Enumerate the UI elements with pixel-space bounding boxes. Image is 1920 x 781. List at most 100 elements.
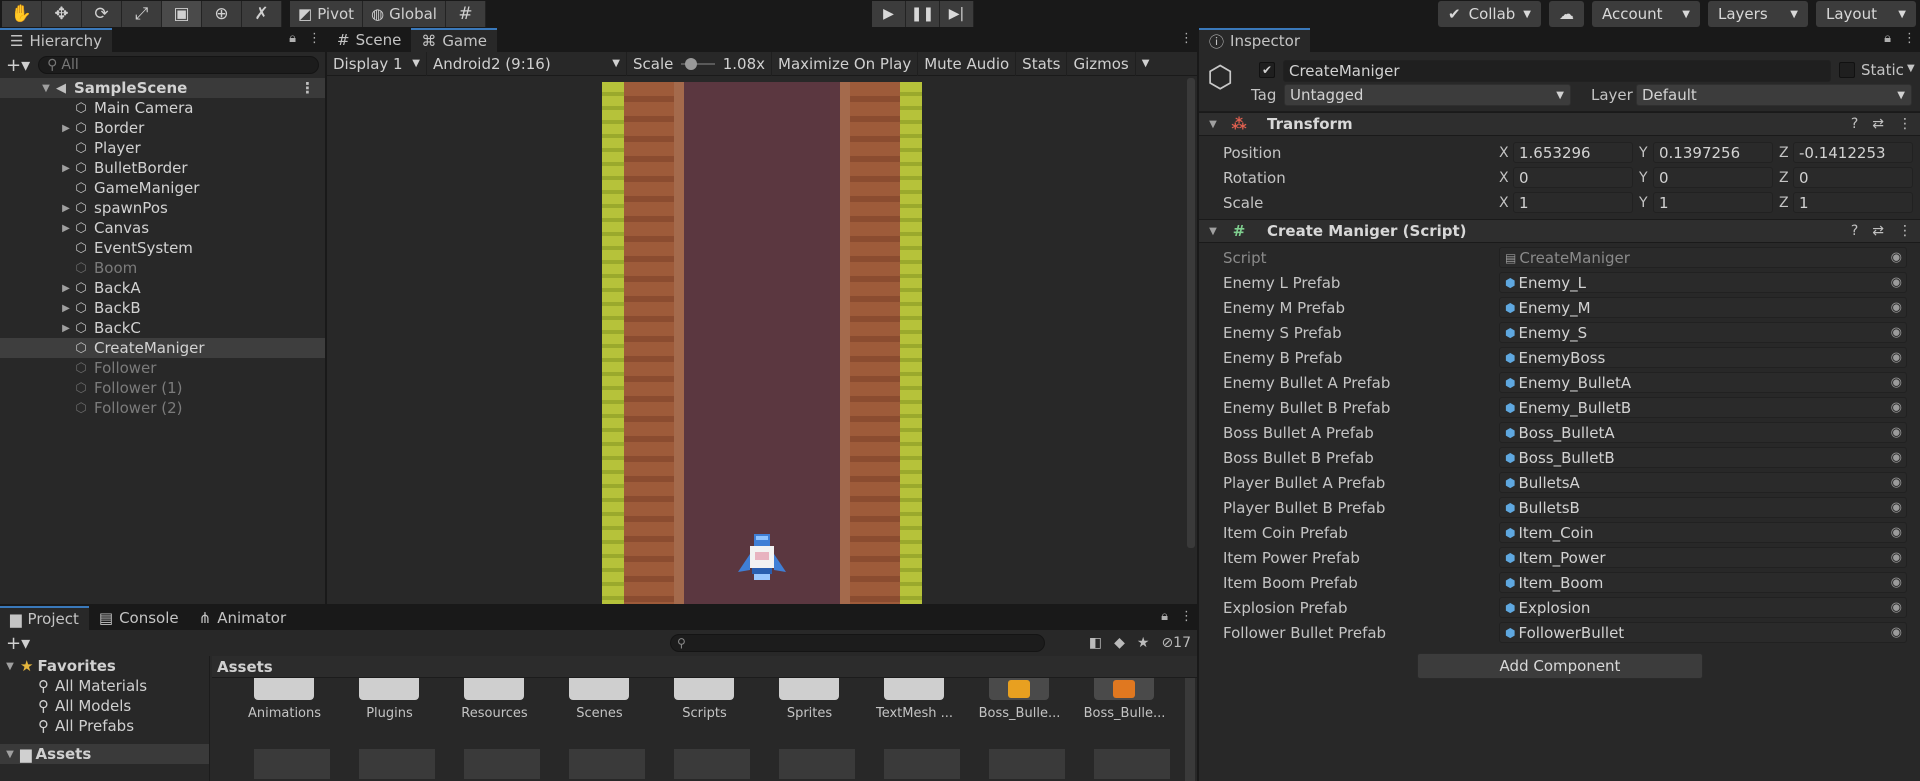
kebab-icon[interactable]: ⋮ <box>300 79 315 97</box>
fold-closed-icon[interactable]: ▶ <box>60 283 72 294</box>
add-button[interactable]: +▾ <box>6 633 30 654</box>
hierarchy-item[interactable]: ▶ ⬡ BackB <box>0 298 325 318</box>
game-scrollbar[interactable] <box>1187 78 1195 548</box>
prefab-object-field[interactable]: ⬢ Enemy_M ◉ <box>1499 297 1907 318</box>
layer-dropdown[interactable]: Default ▼ <box>1636 84 1912 106</box>
gameobject-cube-icon[interactable]: ⬡ <box>1207 60 1233 95</box>
object-name-field[interactable]: CreateManiger <box>1283 60 1831 82</box>
pause-icon[interactable]: ❚❚ <box>906 1 940 27</box>
object-picker-icon[interactable]: ◉ <box>1891 575 1902 590</box>
asset-tile[interactable] <box>862 749 967 779</box>
kebab-icon[interactable]: ⋮ <box>1898 223 1912 239</box>
object-picker-icon[interactable]: ◉ <box>1891 475 1902 490</box>
favorite-item[interactable]: ⚲ All Models <box>0 696 209 716</box>
hand-icon[interactable]: ✋ <box>2 1 42 27</box>
hierarchy-item[interactable]: ⬡ Player <box>0 138 325 158</box>
prefab-object-field[interactable]: ⬢ Explosion ◉ <box>1499 597 1907 618</box>
hierarchy-item[interactable]: ▶ ⬡ Canvas <box>0 218 325 238</box>
custom-tool-icon[interactable]: ✗ <box>242 1 282 27</box>
fold-closed-icon[interactable]: ▶ <box>60 303 72 314</box>
fold-closed-icon[interactable]: ▶ <box>60 163 72 174</box>
tab-project[interactable]: ▆ Project <box>0 606 89 630</box>
kebab-icon[interactable]: ⋮ <box>1180 609 1193 624</box>
fold-open-icon[interactable]: ▼ <box>1205 226 1221 237</box>
fold-open-icon[interactable]: ▼ <box>4 749 16 760</box>
transform-header[interactable]: ▼ ⁂ Transform ? ⇄ ⋮ <box>1199 112 1920 136</box>
folder-tile[interactable]: Scenes <box>547 678 652 738</box>
static-checkbox[interactable] <box>1839 62 1855 78</box>
scale-icon[interactable]: ⤢ <box>122 1 162 27</box>
object-picker-icon[interactable]: ◉ <box>1891 600 1902 615</box>
kebab-icon[interactable]: ⋮ <box>1898 116 1912 132</box>
prefab-object-field[interactable]: ⬢ Item_Boom ◉ <box>1499 572 1907 593</box>
tab-animator[interactable]: ⋔ Animator <box>189 606 297 630</box>
object-picker-icon[interactable]: ◉ <box>1891 450 1902 465</box>
layers-dropdown[interactable]: Layers ▼ <box>1708 1 1808 27</box>
tab-inspector[interactable]: ⓘ Inspector <box>1199 28 1310 52</box>
object-picker-icon[interactable]: ◉ <box>1891 550 1902 565</box>
rotation-y-field[interactable]: 0 <box>1653 167 1773 188</box>
fold-closed-icon[interactable]: ▶ <box>60 123 72 134</box>
object-picker-icon[interactable]: ◉ <box>1891 275 1902 290</box>
scale-slider[interactable] <box>681 57 715 70</box>
favorites-header[interactable]: ▼ ★ Favorites <box>0 656 209 676</box>
maximize-on-play-toggle[interactable]: Maximize On Play <box>772 51 919 76</box>
object-picker-icon[interactable]: ◉ <box>1891 625 1902 640</box>
hierarchy-item[interactable]: ▶ ⬡ Border <box>0 118 325 138</box>
hierarchy-search-input[interactable]: ⚲ All <box>38 56 319 74</box>
asset-tile[interactable] <box>1072 749 1177 779</box>
hierarchy-item[interactable]: ⬡ EventSystem <box>0 238 325 258</box>
rect-icon[interactable]: ▣ <box>162 1 202 27</box>
active-checkbox[interactable]: ✔ <box>1259 62 1275 78</box>
position-x-field[interactable]: 1.653296 <box>1513 142 1633 163</box>
prefab-object-field[interactable]: ⬢ Item_Coin ◉ <box>1499 522 1907 543</box>
kebab-icon[interactable]: ⋮ <box>1903 31 1916 46</box>
scale-y-field[interactable]: 1 <box>1653 192 1773 213</box>
object-picker-icon[interactable]: ◉ <box>1891 350 1902 365</box>
sprite-tile[interactable]: Boss_Bulle... <box>967 678 1072 738</box>
prefab-object-field[interactable]: ⬢ FollowerBullet ◉ <box>1499 622 1907 643</box>
kebab-icon[interactable]: ⋮ <box>308 31 321 46</box>
star-icon[interactable]: ★ <box>1137 635 1150 651</box>
lock-icon[interactable]: 🔒︎ <box>1161 609 1168 624</box>
favorite-item[interactable]: ⚲ All Prefabs <box>0 716 209 736</box>
cloud-button[interactable]: ☁ <box>1549 1 1584 27</box>
resolution-dropdown[interactable]: Android2 (9:16) ▼ <box>427 51 627 76</box>
sprite-tile[interactable]: Boss_Bulle... <box>1072 678 1177 738</box>
help-icon[interactable]: ? <box>1851 223 1858 239</box>
tab-scene[interactable]: # Scene <box>327 28 411 52</box>
asset-tile[interactable] <box>337 749 442 779</box>
object-picker-icon[interactable]: ◉ <box>1891 400 1902 415</box>
folder-tile[interactable]: Plugins <box>337 678 442 738</box>
hierarchy-item[interactable]: ⬡ Boom <box>0 258 325 278</box>
hierarchy-item[interactable]: ⬡ CreateManiger <box>0 338 325 358</box>
hierarchy-item[interactable]: ⬡ GameManiger <box>0 178 325 198</box>
fold-open-icon[interactable]: ▼ <box>1205 119 1221 130</box>
prefab-object-field[interactable]: ⬢ BulletsA ◉ <box>1499 472 1907 493</box>
pivot-button[interactable]: ◩ Pivot <box>290 1 364 27</box>
label-tag-icon[interactable]: ◆ <box>1114 635 1125 651</box>
prefab-object-field[interactable]: ⬢ Enemy_BulletB ◉ <box>1499 397 1907 418</box>
gizmos-toggle[interactable]: Gizmos <box>1067 51 1136 76</box>
hierarchy-item[interactable]: ⬡ Follower (2) <box>0 398 325 418</box>
fold-closed-icon[interactable]: ▶ <box>60 323 72 334</box>
static-dropdown-arrow-icon[interactable]: ▼ <box>1907 63 1915 74</box>
stats-toggle[interactable]: Stats <box>1016 51 1068 76</box>
asset-tile[interactable] <box>232 749 337 779</box>
object-picker-icon[interactable]: ◉ <box>1891 325 1902 340</box>
fold-closed-icon[interactable]: ▶ <box>60 223 72 234</box>
hierarchy-item[interactable]: ▶ ⬡ BulletBorder <box>0 158 325 178</box>
scale-x-field[interactable]: 1 <box>1513 192 1633 213</box>
lock-icon[interactable]: 🔒︎ <box>289 31 296 46</box>
tab-hierarchy[interactable]: ☰ Hierarchy <box>0 28 112 52</box>
scale-z-field[interactable]: 1 <box>1793 192 1913 213</box>
asset-tile[interactable] <box>442 749 547 779</box>
fold-closed-icon[interactable]: ▶ <box>60 203 72 214</box>
tab-game[interactable]: ⌘ Game <box>411 28 497 52</box>
hierarchy-item[interactable]: ⬡ Follower (1) <box>0 378 325 398</box>
mute-audio-toggle[interactable]: Mute Audio <box>918 51 1017 76</box>
transform-icon[interactable]: ⊕ <box>202 1 242 27</box>
game-viewport[interactable] <box>602 82 922 604</box>
assets-root-row[interactable]: ▼ ▆ Assets <box>0 744 209 764</box>
preset-icon[interactable]: ⇄ <box>1872 116 1884 132</box>
